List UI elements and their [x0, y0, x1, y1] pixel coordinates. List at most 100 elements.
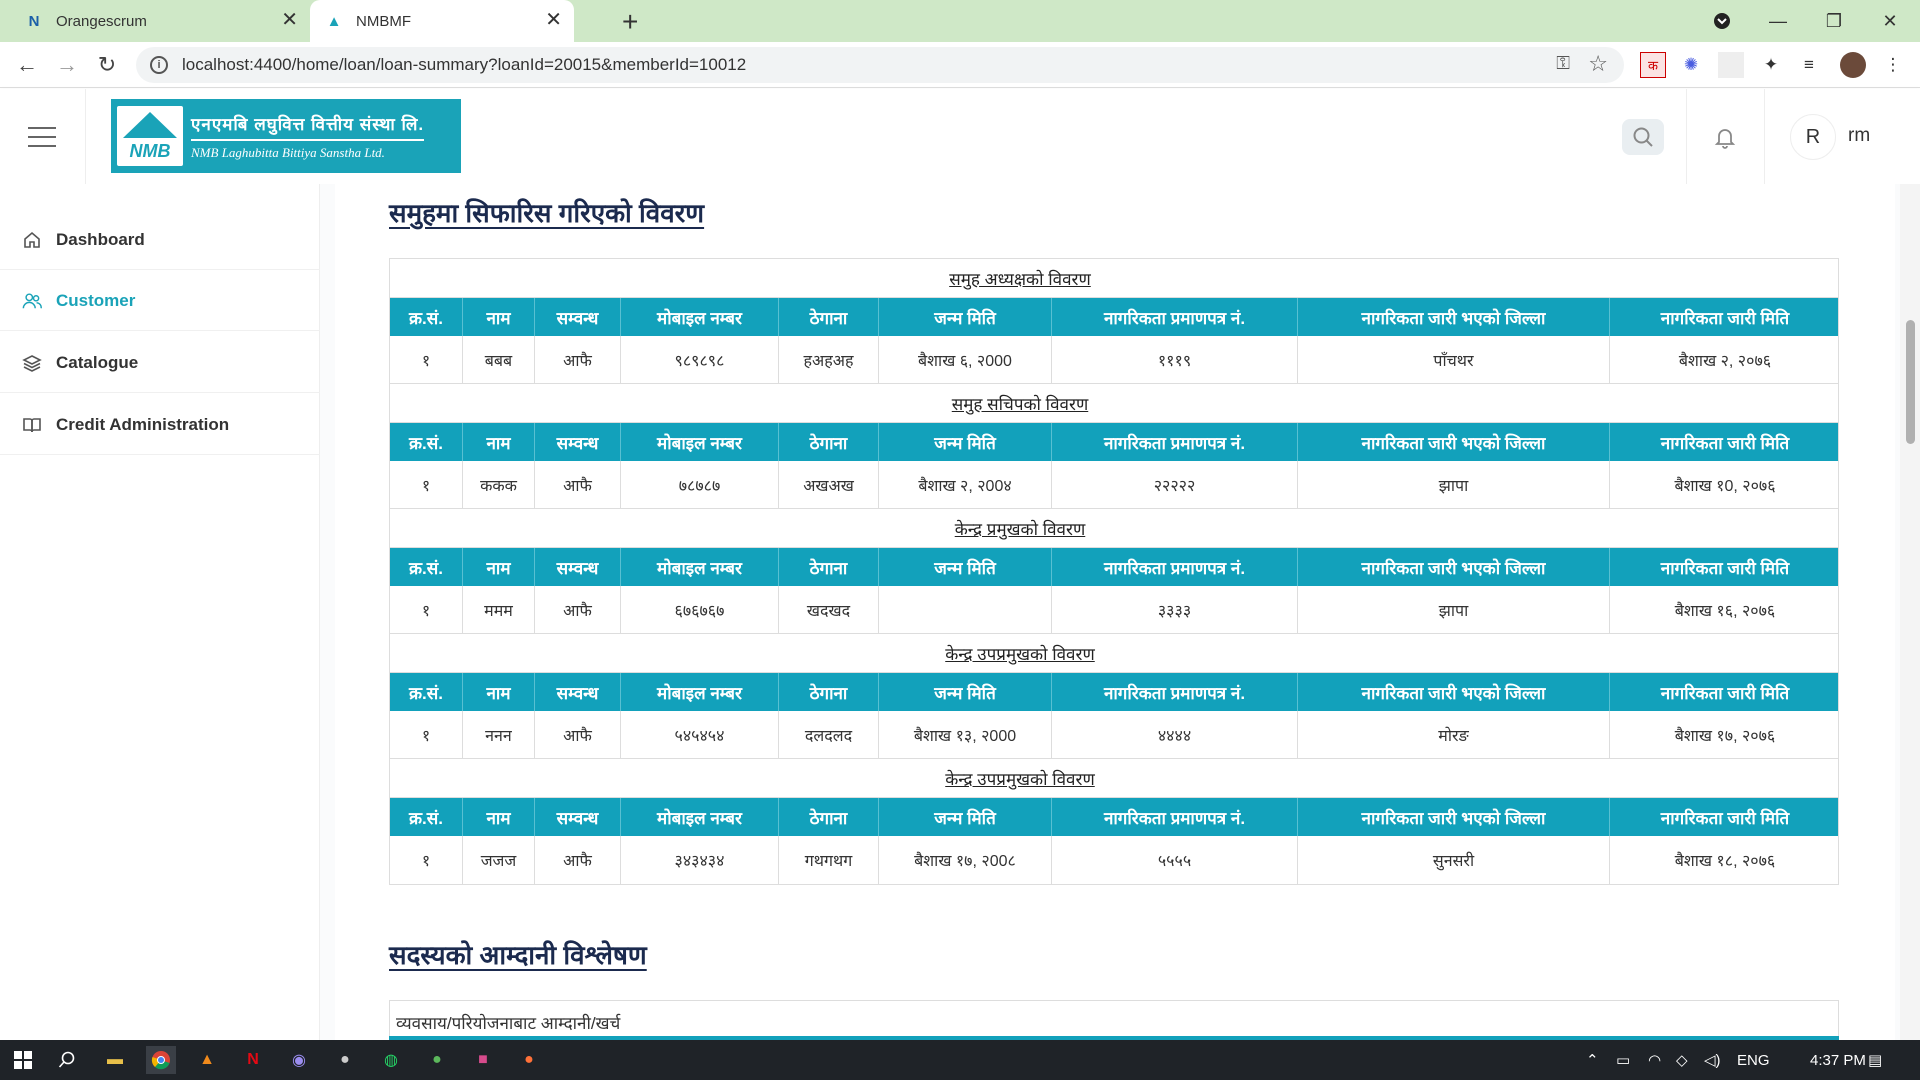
dropbox-icon[interactable]: ◇ [1676, 1040, 1688, 1080]
whatsapp-icon[interactable]: ◍ [376, 1046, 406, 1074]
search-button[interactable] [1622, 119, 1664, 155]
column-header: नागरिकता जारी मिति [1660, 308, 1790, 328]
vertical-scrollbar[interactable] [1900, 184, 1920, 1040]
income-section-title: सदस्यको आम्दानी विश्लेषण [389, 940, 647, 970]
extensions-puzzle-icon[interactable]: ✦ [1758, 52, 1784, 78]
app-green-icon[interactable]: ● [422, 1046, 452, 1074]
table-cell: १११९ [1052, 336, 1298, 383]
scrollbar-thumb[interactable] [1906, 320, 1915, 444]
ide-icon[interactable]: ■ [468, 1046, 498, 1074]
table-caption: केन्द्र प्रमुखको विवरण [390, 509, 1838, 548]
firefox-icon[interactable]: ● [514, 1046, 544, 1074]
system-clock[interactable]: 4:37 PM [1810, 1040, 1866, 1080]
table-cell: ६७६७६७ [621, 586, 779, 633]
column-header: नाम [463, 673, 535, 711]
notification-center-icon[interactable]: ▤ [1868, 1040, 1882, 1080]
users-icon [22, 291, 42, 311]
file-explorer-icon[interactable]: ▬ [100, 1046, 130, 1074]
table-cell: बैशाख १७, २०७६ [1674, 727, 1776, 745]
address-bar[interactable]: i localhost:4400/home/loan/loan-summary?… [136, 47, 1624, 83]
table-cell: ५५५५ [1052, 836, 1298, 884]
table-header-row: क्र.सं. नाम सम्वन्ध मोबाइल नम्बर ठेगाना … [390, 298, 1838, 336]
key-icon[interactable]: ⚿ [1556, 53, 1570, 74]
table-row: १ जजज आफै ३४३४३४ गथगथग बैशाख १७, २00८ ५५… [390, 836, 1838, 884]
table-cell: गथगथग [779, 836, 879, 884]
column-header: नागरिकता जारी भएको जिल्ला [1298, 548, 1610, 586]
column-header: सम्वन्ध [535, 423, 621, 461]
table-cell: ९८९८९८ [621, 336, 779, 383]
table-cell: १ [390, 836, 463, 884]
column-header: जन्म मिति [879, 673, 1052, 711]
tab-search-icon[interactable] [1694, 0, 1750, 42]
media-queue-icon[interactable]: ≡ [1796, 52, 1822, 78]
table-row: १ ननन आफै ५४५४५४ दलदलद बैशाख १३, २000 ४४… [390, 711, 1838, 759]
column-header: क्र.सं. [390, 423, 463, 461]
extension-k-icon[interactable]: क [1640, 52, 1666, 78]
maximize-button[interactable]: ❐ [1806, 0, 1862, 42]
github-icon[interactable]: ● [330, 1046, 360, 1074]
search-icon[interactable] [52, 1046, 82, 1074]
column-header: नागरिकता जारी भएको जिल्ला [1298, 298, 1610, 336]
profile-avatar-icon[interactable] [1840, 52, 1866, 78]
browser-menu-icon[interactable]: ⋮ [1880, 52, 1906, 78]
column-header: जन्म मिति [879, 548, 1052, 586]
menu-toggle-icon[interactable] [28, 127, 56, 147]
layers-icon [22, 353, 42, 373]
tab-nmbmf[interactable]: ▲ NMBMF ✕ [310, 0, 574, 42]
minimize-button[interactable]: — [1750, 0, 1806, 42]
column-header: नागरिकता जारी मिति [1660, 683, 1790, 703]
close-window-button[interactable]: ✕ [1862, 0, 1918, 42]
url-text[interactable]: localhost:4400/home/loan/loan-summary?lo… [182, 55, 746, 75]
vlc-icon[interactable]: ▲ [192, 1046, 222, 1074]
column-header: जन्म मिति [879, 423, 1052, 461]
table-cell: हअहअह [779, 336, 879, 383]
extension-snowflake-icon[interactable]: ✺ [1678, 52, 1704, 78]
sidebar-item-customer[interactable]: Customer [0, 271, 320, 331]
sidebar: Dashboard Customer Catalogue Credit Admi… [0, 184, 320, 1040]
recommendation-table: समुह अध्यक्षको विवरण क्र.सं. नाम सम्वन्ध… [389, 258, 1839, 885]
sidebar-item-catalogue[interactable]: Catalogue [0, 333, 320, 393]
new-tab-button[interactable]: + [622, 6, 638, 38]
column-header: नागरिकता जारी मिति [1660, 433, 1790, 453]
netflix-icon[interactable]: N [238, 1046, 268, 1074]
tray-chevron-icon[interactable]: ⌃ [1586, 1040, 1599, 1080]
sidebar-item-credit-administration[interactable]: Credit Administration [0, 395, 320, 455]
windows-start-icon[interactable] [8, 1046, 38, 1074]
user-name[interactable]: rm [1848, 125, 1870, 147]
table-cell: बबब [463, 336, 535, 383]
column-header: ठेगाना [779, 548, 879, 586]
battery-icon[interactable]: ▭ [1616, 1040, 1630, 1080]
info-icon[interactable]: i [150, 56, 168, 74]
close-tab-icon[interactable]: ✕ [545, 10, 562, 30]
reload-button[interactable]: ↻ [92, 50, 122, 80]
table-cell: ७८७८७ [621, 461, 779, 508]
sidebar-item-dashboard[interactable]: Dashboard [0, 210, 320, 270]
table-cell: आफै [535, 711, 621, 758]
wifi-icon[interactable]: ◠ [1648, 1040, 1661, 1080]
tab-orangescrum[interactable]: N Orangescrum ✕ [0, 0, 310, 42]
table-header-row: क्र.सं. नाम सम्वन्ध मोबाइल नम्बर ठेगाना … [390, 423, 1838, 461]
column-header: नाम [463, 298, 535, 336]
close-tab-icon[interactable]: ✕ [281, 10, 298, 30]
table-cell: बैशाख २, २०७६ [1678, 352, 1772, 370]
column-header: सम्वन्ध [535, 548, 621, 586]
table-cell: १ [390, 336, 463, 383]
back-button[interactable]: ← [12, 50, 42, 80]
divider [1686, 89, 1687, 184]
chrome-icon[interactable] [146, 1046, 176, 1074]
table-cell: मोरङ [1298, 711, 1610, 758]
user-avatar[interactable]: R [1790, 114, 1836, 160]
extension-blank-icon[interactable] [1718, 52, 1744, 78]
notifications-button[interactable] [1705, 119, 1745, 155]
bookmark-star-icon[interactable]: ☆ [1588, 51, 1608, 77]
table-cell: बैशाख १७, २00८ [879, 836, 1052, 884]
forward-button[interactable]: → [52, 50, 82, 80]
table-cell: अखअख [779, 461, 879, 508]
input-language[interactable]: ENG [1737, 1040, 1770, 1080]
table-cell: ककक [463, 461, 535, 508]
table-cell: १ [390, 586, 463, 633]
viber-icon[interactable]: ◉ [284, 1046, 314, 1074]
sidebar-item-label: Credit Administration [56, 414, 230, 434]
volume-icon[interactable]: ◁) [1704, 1040, 1721, 1080]
nmb-logo[interactable]: NMB एनएमबि लघुवित्त वित्तीय संस्था लि. N… [111, 99, 461, 173]
